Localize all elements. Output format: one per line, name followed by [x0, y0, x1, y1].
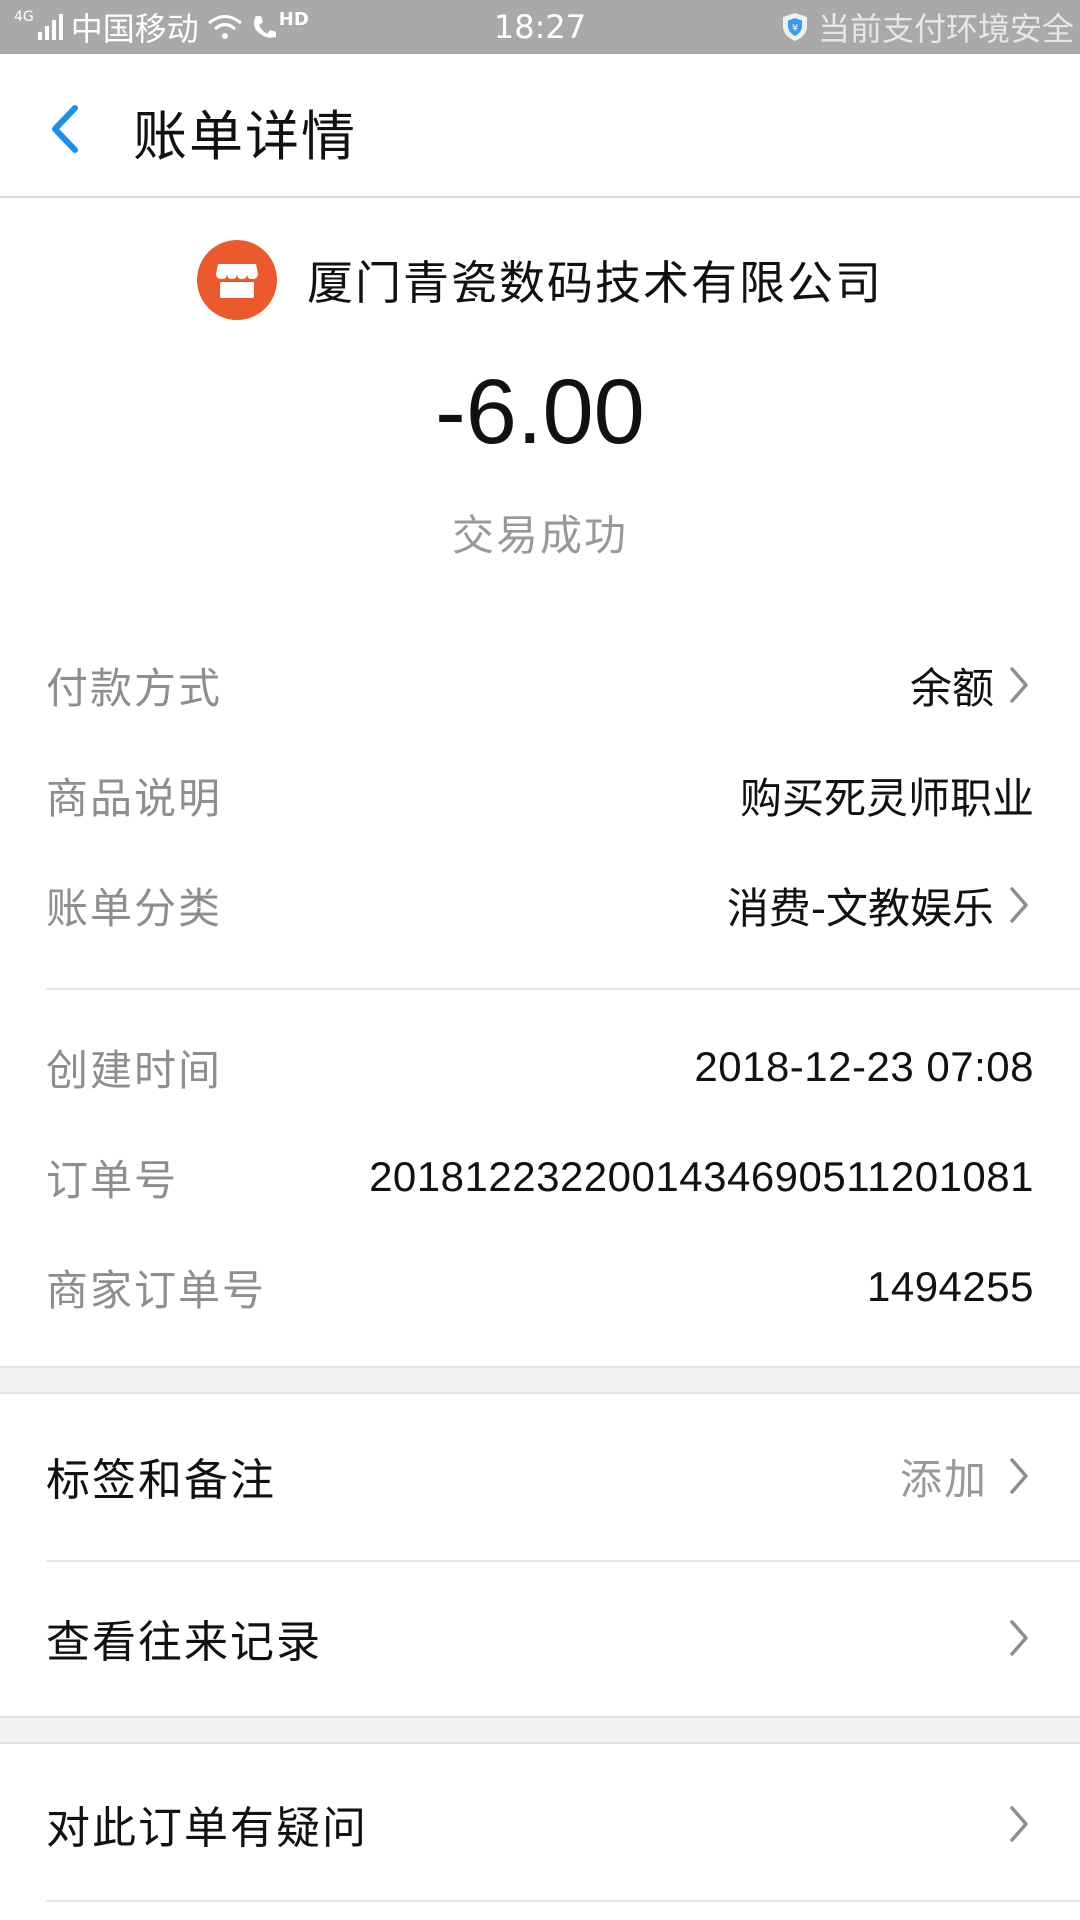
order-no-label: 订单号: [46, 1155, 179, 1205]
history-row[interactable]: 查看往来记录: [46, 1588, 1034, 1688]
svg-text:¥: ¥: [792, 23, 798, 34]
product-desc-label: 商品说明: [46, 773, 223, 823]
created-time-row: 创建时间 2018-12-23 07:08: [46, 1032, 1034, 1102]
section-gap: [0, 1716, 1080, 1744]
bill-category-value-wrap: 消费-文教娱乐: [727, 875, 1034, 936]
section-divider: [46, 988, 1080, 990]
bottom-divider: [46, 1900, 1080, 1902]
chevron-right-icon: [1004, 1454, 1034, 1498]
tags-notes-right: 添加: [900, 1446, 1034, 1507]
shield-icon: ¥: [782, 13, 807, 41]
merchant-order-no-value: 1494255: [866, 1263, 1034, 1310]
back-arrow-icon: [52, 105, 78, 153]
question-label: 对此订单有疑问: [46, 1803, 368, 1854]
tags-notes-row[interactable]: 标签和备注 添加: [46, 1426, 1034, 1526]
section-gap: [0, 1366, 1080, 1394]
security-text: 当前支付环境安全: [817, 10, 1074, 48]
status-time: 18:27: [493, 8, 587, 46]
history-label: 查看往来记录: [46, 1617, 322, 1668]
history-right: [1004, 1616, 1034, 1660]
product-desc-row: 商品说明 购买死灵师职业: [46, 760, 1034, 830]
bill-category-label: 账单分类: [46, 883, 223, 933]
payment-method-value: 余额: [909, 663, 994, 713]
chevron-right-icon: [1004, 1616, 1034, 1660]
merchant-order-no-label: 商家订单号: [46, 1265, 267, 1315]
title-bar: 账单详情: [0, 54, 1080, 198]
order-no-value: 2018122322001434690511201081: [369, 1153, 1034, 1200]
transaction-status: 交易成功: [451, 511, 628, 560]
action-divider: [46, 1560, 1080, 1562]
payment-method-label: 付款方式: [46, 663, 223, 713]
status-right: ¥ 当前支付环境安全: [780, 0, 1074, 54]
order-no-row: 订单号 2018122322001434690511201081: [46, 1142, 1034, 1212]
created-time-label: 创建时间: [46, 1045, 223, 1095]
chevron-right-icon: [1004, 663, 1034, 707]
merchant-order-no-row: 商家订单号 1494255: [46, 1252, 1034, 1322]
shop-icon: [216, 264, 258, 298]
chevron-right-icon: [1004, 883, 1034, 927]
question-right: [1004, 1802, 1034, 1846]
chevron-right-icon: [1004, 1802, 1034, 1846]
question-row[interactable]: 对此订单有疑问: [46, 1774, 1034, 1874]
merchant-name: 厦门青瓷数码技术有限公司: [307, 256, 883, 310]
add-tag-hint: 添加: [899, 1454, 988, 1504]
merchant-avatar: [197, 240, 277, 320]
status-bar: 4G 中国移动 HD 18:27 ¥ 当前支付环境安全: [0, 0, 1080, 54]
created-time-value: 2018-12-23 07:08: [694, 1043, 1034, 1090]
back-button[interactable]: [30, 94, 100, 164]
tags-notes-label: 标签和备注: [46, 1455, 276, 1506]
merchant-row: 厦门青瓷数码技术有限公司: [0, 240, 1080, 320]
page-title: 账单详情: [133, 105, 357, 168]
bill-category-row[interactable]: 账单分类 消费-文教娱乐: [46, 870, 1034, 940]
product-desc-value: 购买死灵师职业: [739, 773, 1034, 823]
payment-method-value-wrap: 余额: [910, 655, 1034, 716]
bill-category-value: 消费-文教娱乐: [726, 883, 994, 933]
payment-method-row[interactable]: 付款方式 余额: [46, 650, 1034, 720]
transaction-amount: -6.00: [435, 361, 645, 463]
